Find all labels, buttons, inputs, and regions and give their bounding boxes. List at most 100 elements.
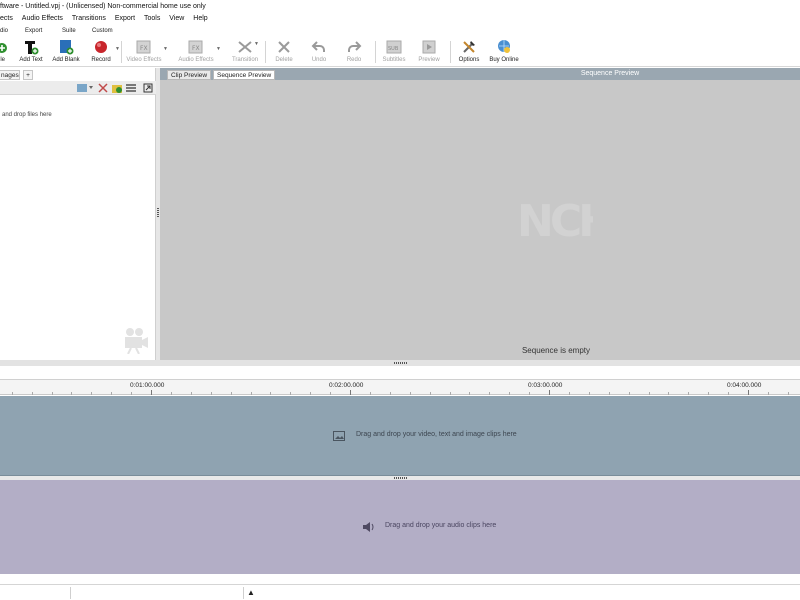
menu-export[interactable]: Export <box>115 13 135 25</box>
menu-help[interactable]: Help <box>193 13 207 25</box>
ruler-major-tick <box>748 390 749 395</box>
menu-view[interactable]: View <box>169 13 184 25</box>
ribbon-tab-suite[interactable]: Suite <box>62 25 76 37</box>
ruler-minor-tick <box>449 392 451 395</box>
image-icon <box>333 431 345 441</box>
toolbar-separator <box>375 41 376 63</box>
svg-text:FX: FX <box>140 45 148 52</box>
timeline-toolbar <box>0 366 800 380</box>
expand-up-icon[interactable]: ▲ <box>247 588 255 597</box>
options-button[interactable]: Options <box>455 39 483 66</box>
media-bin-panel: nages + and drop files here <box>0 68 156 360</box>
timeline-ruler[interactable]: 0:01:00.000 0:02:00.000 0:03:00.000 0:04… <box>0 380 800 395</box>
svg-text:NCH: NCH <box>517 196 593 247</box>
ruler-minor-tick <box>190 392 192 395</box>
ruler-minor-tick <box>429 392 431 395</box>
ruler-minor-tick <box>250 392 252 395</box>
blank-icon <box>60 40 74 55</box>
ribbon-tab-audio[interactable]: dio <box>0 25 8 37</box>
menu-transitions[interactable]: Transitions <box>72 13 106 25</box>
ribbon-tab-export[interactable]: Export <box>25 25 42 37</box>
ruler-minor-tick <box>568 392 570 395</box>
window-title: ftware - Untitled.vpj - (Unlicensed) Non… <box>0 0 800 13</box>
ruler-minor-tick <box>131 392 133 395</box>
nch-watermark-logo: NCH <box>517 196 593 247</box>
ribbon-tab-custom[interactable]: Custom <box>92 25 113 37</box>
ruler-minor-tick <box>787 392 789 395</box>
svg-text:SUB: SUB <box>388 46 399 52</box>
add-blank-button[interactable]: Add Blank <box>51 39 81 66</box>
tab-images[interactable]: nages <box>0 70 20 80</box>
video-camera-icon <box>125 328 148 354</box>
record-icon <box>95 41 107 53</box>
text-icon <box>25 41 39 55</box>
ruler-minor-tick <box>489 392 491 395</box>
subtitles-button[interactable]: SUB Subtitles <box>380 39 408 66</box>
status-divider <box>243 587 244 599</box>
add-text-button[interactable]: Add Text <box>17 39 45 66</box>
ruler-minor-tick <box>330 392 332 395</box>
transition-button[interactable]: Transition ▼ <box>229 39 261 66</box>
splitter-grip <box>394 362 408 364</box>
menu-effects[interactable]: ects <box>0 13 13 25</box>
remove-file-icon[interactable] <box>98 83 108 93</box>
undock-icon[interactable] <box>143 83 153 93</box>
video-effects-dropdown-icon[interactable]: ▼ <box>163 46 168 52</box>
ruler-minor-tick <box>588 392 590 395</box>
delete-button[interactable]: Delete <box>270 39 298 66</box>
ruler-minor-tick <box>111 392 113 395</box>
ruler-minor-tick <box>230 392 232 395</box>
ruler-minor-tick <box>728 392 730 395</box>
audio-track[interactable]: Drag and drop your audio clips here <box>0 480 800 574</box>
view-mode-icon[interactable] <box>77 83 93 93</box>
speaker-icon <box>363 522 374 532</box>
redo-button[interactable]: Redo <box>340 39 368 66</box>
video-track-hint: Drag and drop your video, text and image… <box>356 431 517 438</box>
add-tab-button[interactable]: + <box>23 70 33 80</box>
toolbar-separator <box>450 41 451 63</box>
ruler-major-tick <box>151 390 152 395</box>
audio-effects-dropdown-icon[interactable]: ▼ <box>216 46 221 52</box>
splitter-grip <box>157 208 159 218</box>
menu-tools[interactable]: Tools <box>144 13 160 25</box>
audio-track-hint: Drag and drop your audio clips here <box>385 522 497 529</box>
list-view-icon[interactable] <box>126 83 136 93</box>
ruler-minor-tick <box>290 392 292 395</box>
redo-icon <box>348 41 362 52</box>
video-effects-button[interactable]: FX Video Effects ▼ <box>124 39 168 66</box>
ruler-minor-tick <box>270 392 272 395</box>
splitter-grip <box>394 477 408 479</box>
add-file-button[interactable]: ile <box>0 39 12 66</box>
ruler-minor-tick <box>608 392 610 395</box>
subtitles-icon: SUB <box>386 40 402 54</box>
ruler-minor-tick <box>91 392 93 395</box>
preview-button[interactable]: Preview <box>415 39 443 66</box>
ruler-label: 0:01:00.000 <box>130 382 165 389</box>
buy-online-button[interactable]: Buy Online <box>486 39 522 66</box>
ruler-minor-tick <box>71 392 73 395</box>
record-dropdown-icon[interactable]: ▼ <box>115 46 120 52</box>
ruler-minor-tick <box>688 392 690 395</box>
ruler-minor-tick <box>668 392 670 395</box>
ruler-minor-tick <box>708 392 710 395</box>
tab-sequence-preview[interactable]: Sequence Preview <box>213 70 276 80</box>
add-file-icon <box>0 43 7 53</box>
tab-clip-preview[interactable]: Clip Preview <box>167 70 212 80</box>
undo-icon <box>311 41 325 52</box>
ribbon-tabs: dio Export Suite Custom <box>0 25 800 37</box>
record-button[interactable]: Record ▼ <box>88 39 120 66</box>
ruler-label: 0:03:00.000 <box>528 382 563 389</box>
ruler-major-tick <box>350 390 351 395</box>
ruler-minor-tick <box>170 392 172 395</box>
buy-online-icon <box>498 40 510 53</box>
ruler-label: 0:04:00.000 <box>727 382 762 389</box>
menu-audio-effects[interactable]: Audio Effects <box>22 13 63 25</box>
transition-dropdown-icon[interactable]: ▼ <box>254 41 259 47</box>
audio-effects-button[interactable]: FX Audio Effects ▼ <box>175 39 221 66</box>
ruler-minor-tick <box>389 392 391 395</box>
ruler-minor-tick <box>648 392 650 395</box>
add-folder-icon[interactable] <box>112 83 122 93</box>
video-track[interactable]: Drag and drop your video, text and image… <box>0 396 800 476</box>
undo-button[interactable]: Undo <box>305 39 333 66</box>
ruler-minor-tick <box>509 392 511 395</box>
